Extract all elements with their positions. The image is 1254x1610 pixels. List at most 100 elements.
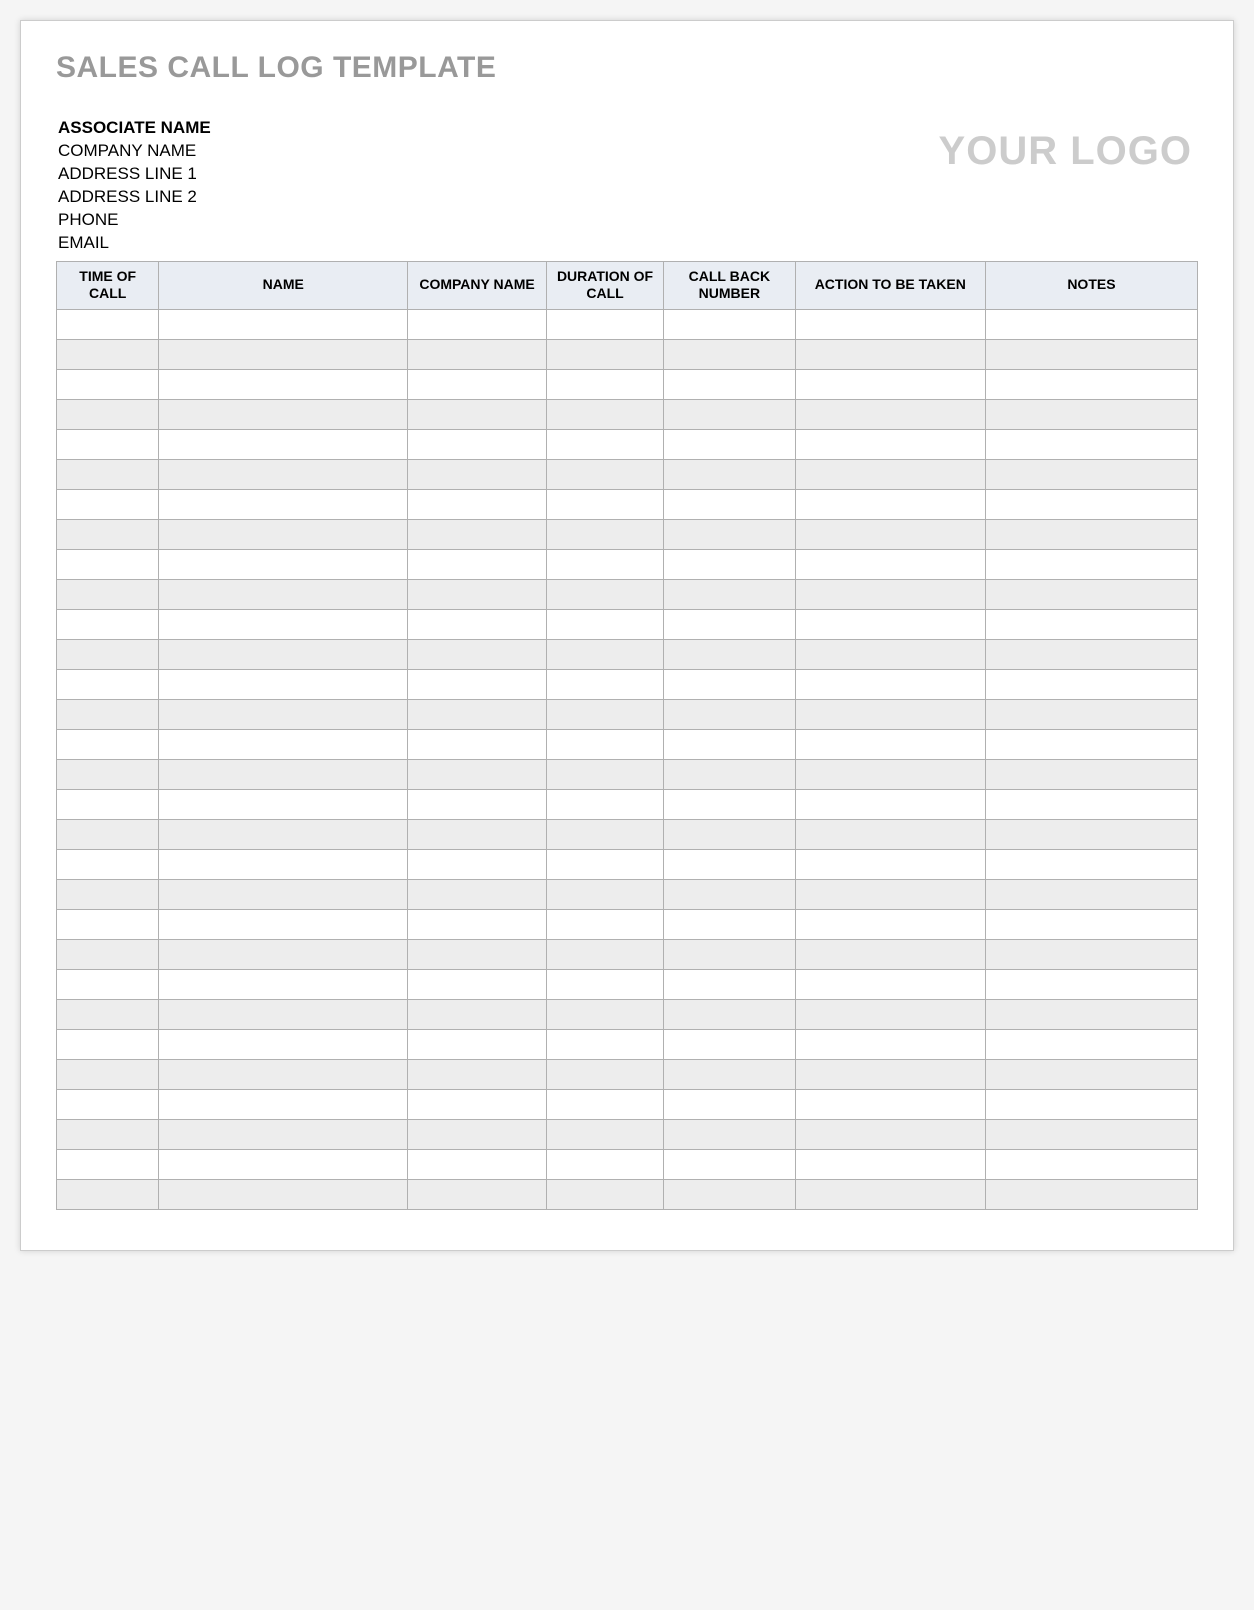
table-cell[interactable] [547,519,664,549]
table-cell[interactable] [57,429,159,459]
table-cell[interactable] [547,789,664,819]
table-cell[interactable] [547,669,664,699]
table-cell[interactable] [547,339,664,369]
table-cell[interactable] [795,489,985,519]
table-cell[interactable] [664,699,796,729]
table-cell[interactable] [408,369,547,399]
table-cell[interactable] [985,909,1197,939]
table-cell[interactable] [795,1179,985,1209]
table-cell[interactable] [985,849,1197,879]
table-cell[interactable] [159,579,408,609]
table-cell[interactable] [985,549,1197,579]
table-cell[interactable] [408,579,547,609]
table-cell[interactable] [664,849,796,879]
table-cell[interactable] [795,339,985,369]
table-cell[interactable] [795,429,985,459]
table-cell[interactable] [547,1059,664,1089]
table-cell[interactable] [795,759,985,789]
table-cell[interactable] [159,639,408,669]
table-cell[interactable] [985,1179,1197,1209]
table-cell[interactable] [985,459,1197,489]
table-cell[interactable] [985,1029,1197,1059]
table-cell[interactable] [57,369,159,399]
table-cell[interactable] [159,1029,408,1059]
table-cell[interactable] [159,1089,408,1119]
table-cell[interactable] [985,579,1197,609]
table-cell[interactable] [664,819,796,849]
table-cell[interactable] [664,909,796,939]
table-cell[interactable] [985,939,1197,969]
table-cell[interactable] [159,399,408,429]
table-cell[interactable] [985,519,1197,549]
table-cell[interactable] [664,1149,796,1179]
table-cell[interactable] [408,639,547,669]
table-cell[interactable] [664,369,796,399]
table-cell[interactable] [547,1119,664,1149]
table-cell[interactable] [408,759,547,789]
table-cell[interactable] [795,699,985,729]
table-cell[interactable] [795,939,985,969]
table-cell[interactable] [985,669,1197,699]
table-cell[interactable] [57,1179,159,1209]
table-cell[interactable] [57,549,159,579]
table-cell[interactable] [159,699,408,729]
table-cell[interactable] [985,609,1197,639]
table-cell[interactable] [985,999,1197,1029]
table-cell[interactable] [547,1089,664,1119]
table-cell[interactable] [795,909,985,939]
table-cell[interactable] [159,759,408,789]
table-cell[interactable] [57,459,159,489]
table-cell[interactable] [795,969,985,999]
table-cell[interactable] [985,339,1197,369]
table-cell[interactable] [547,939,664,969]
table-cell[interactable] [159,849,408,879]
table-cell[interactable] [985,429,1197,459]
table-cell[interactable] [57,939,159,969]
table-cell[interactable] [408,1179,547,1209]
table-cell[interactable] [664,879,796,909]
table-cell[interactable] [159,1149,408,1179]
table-cell[interactable] [795,309,985,339]
table-cell[interactable] [159,879,408,909]
table-cell[interactable] [57,999,159,1029]
table-cell[interactable] [547,399,664,429]
table-cell[interactable] [664,729,796,759]
table-cell[interactable] [795,549,985,579]
table-cell[interactable] [57,849,159,879]
table-cell[interactable] [159,1059,408,1089]
table-cell[interactable] [664,999,796,1029]
table-cell[interactable] [547,849,664,879]
table-cell[interactable] [57,339,159,369]
table-cell[interactable] [795,639,985,669]
table-cell[interactable] [159,459,408,489]
table-cell[interactable] [985,369,1197,399]
table-cell[interactable] [408,339,547,369]
table-cell[interactable] [57,1149,159,1179]
table-cell[interactable] [664,789,796,819]
table-cell[interactable] [547,819,664,849]
table-cell[interactable] [57,489,159,519]
table-cell[interactable] [664,459,796,489]
table-cell[interactable] [795,1149,985,1179]
table-cell[interactable] [159,549,408,579]
table-cell[interactable] [408,1089,547,1119]
table-cell[interactable] [408,879,547,909]
table-cell[interactable] [795,999,985,1029]
table-cell[interactable] [547,579,664,609]
table-cell[interactable] [547,639,664,669]
table-cell[interactable] [985,699,1197,729]
table-cell[interactable] [408,399,547,429]
table-cell[interactable] [547,489,664,519]
table-cell[interactable] [795,849,985,879]
table-cell[interactable] [408,309,547,339]
table-cell[interactable] [547,729,664,759]
table-cell[interactable] [664,1029,796,1059]
table-cell[interactable] [408,699,547,729]
table-cell[interactable] [664,429,796,459]
table-cell[interactable] [57,609,159,639]
table-cell[interactable] [985,639,1197,669]
table-cell[interactable] [57,639,159,669]
table-cell[interactable] [547,879,664,909]
table-cell[interactable] [408,519,547,549]
table-cell[interactable] [408,909,547,939]
